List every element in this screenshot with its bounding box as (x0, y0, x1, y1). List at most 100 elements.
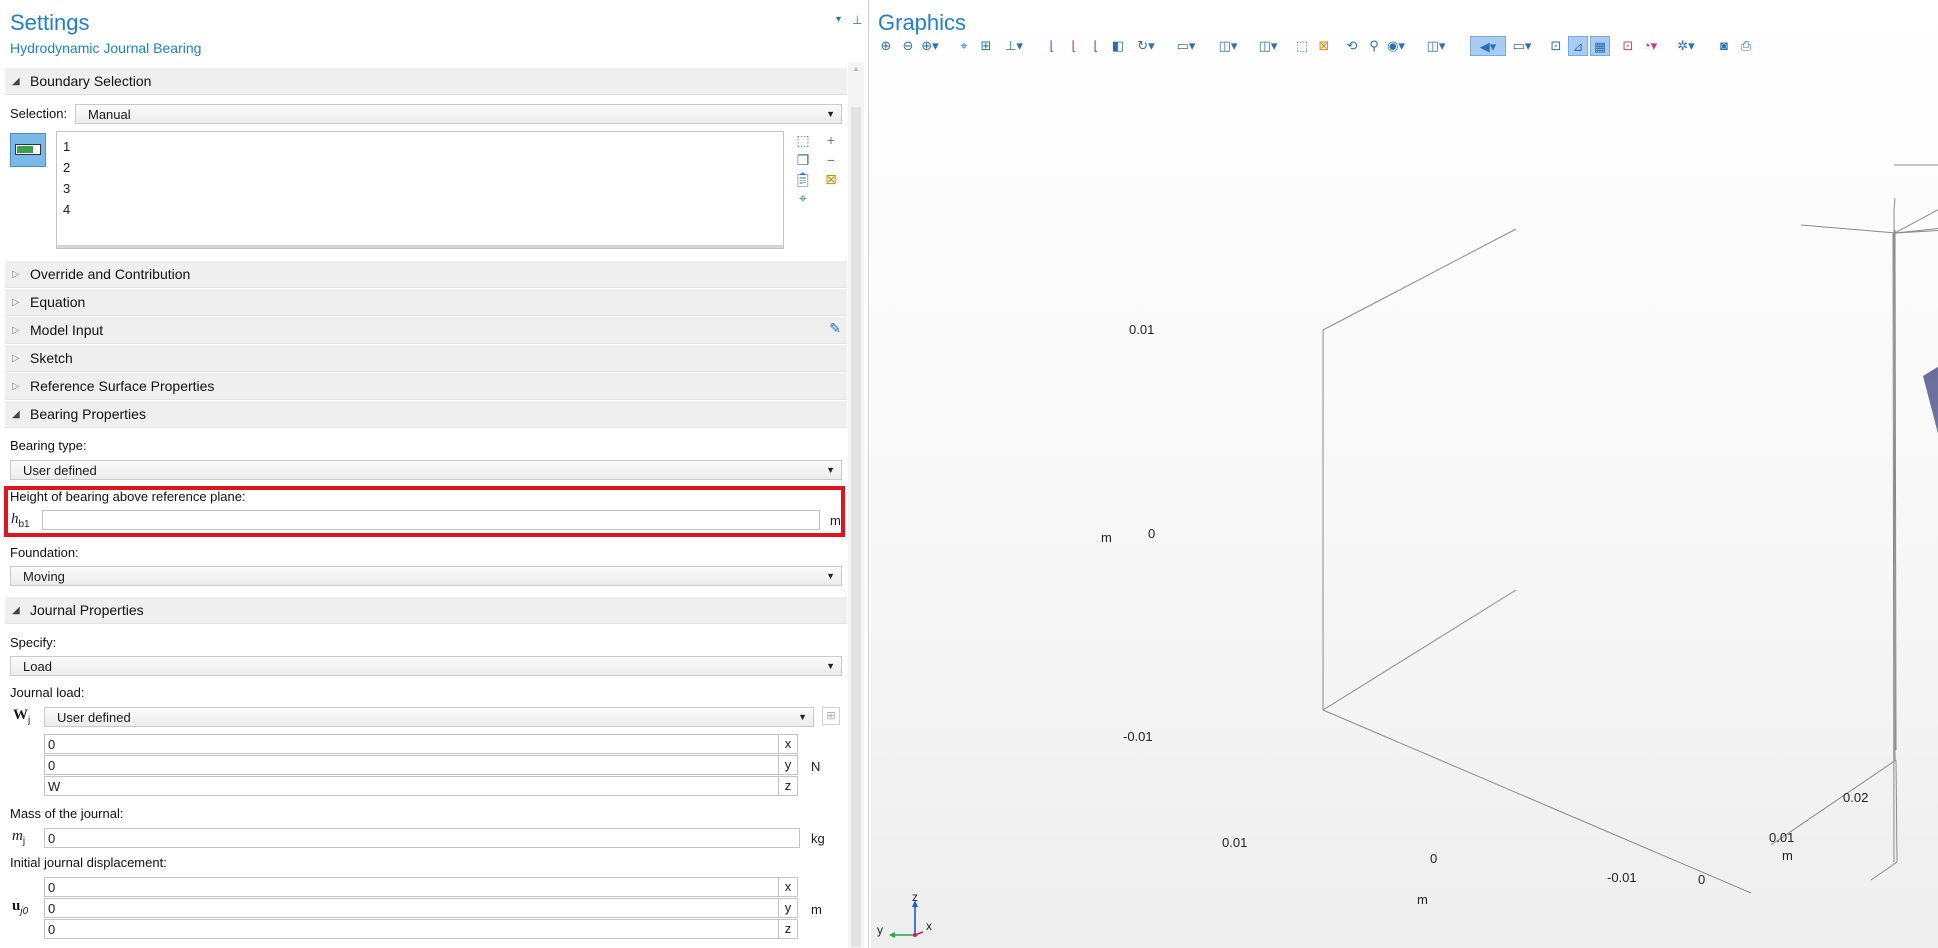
clear-selection-icon[interactable]: ⊠ (822, 170, 840, 188)
copy-icon[interactable]: ❐ (794, 151, 812, 169)
chevron-down-icon: ▼ (798, 712, 807, 722)
panel-menu-icon[interactable]: ▾ (836, 14, 841, 25)
selection-value: Manual (88, 107, 131, 122)
section-label: Override and Contribution (30, 266, 191, 282)
tick-label: 0.02 (1843, 790, 1869, 805)
section-label: Sketch (30, 350, 73, 366)
load-symbol: Wj (13, 707, 31, 726)
settings-subtitle: Hydrodynamic Journal Bearing (10, 40, 202, 56)
load-settings-icon[interactable]: ⊞ (822, 707, 840, 725)
tick-label: 0 (1430, 851, 1438, 866)
expand-icon: ▷ (12, 269, 20, 280)
chevron-down-icon: ▼ (826, 465, 835, 475)
tick-label: 0 (1148, 526, 1156, 541)
remove-icon[interactable]: − (822, 151, 840, 169)
triad-z-label: z (912, 890, 918, 904)
expand-icon: ▷ (12, 325, 20, 336)
selection-list[interactable]: 1 2 3 4 (56, 131, 784, 249)
collapse-icon: ◢ (12, 76, 20, 87)
collapse-icon: ◢ (12, 409, 20, 420)
list-item[interactable]: 1 (63, 136, 70, 157)
triad-y-label: y (877, 923, 883, 937)
mass-unit: kg (811, 831, 825, 846)
selection-label: Selection: (10, 106, 68, 121)
disp-z-field[interactable]: 0 (44, 919, 780, 939)
chevron-down-icon: ▼ (826, 109, 835, 119)
disp-y-field[interactable]: 0 (44, 898, 780, 918)
expand-icon: ▷ (12, 353, 20, 364)
height-unit: m (830, 513, 841, 528)
section-label: Equation (30, 294, 86, 310)
axis-y-label: y (778, 755, 798, 775)
height-input[interactable] (42, 510, 820, 530)
specify-value: Load (23, 659, 52, 674)
bearing-type-label: Bearing type: (10, 438, 87, 453)
foundation-value: Moving (23, 569, 65, 584)
bearing-type-value: User defined (23, 463, 97, 478)
bearing-outer-surface[interactable] (1923, 188, 1938, 898)
scene-canvas[interactable] (871, 0, 1938, 948)
graphics-panel[interactable]: Graphics ⊕ ⊖ ⊕▾ ⌖ ⊞ ⊥▾ ⌊ ⌊ ⌊ ◧ ↻▾ ▭▾ ◫▾ … (871, 0, 1938, 948)
tick-label: 0.01 (1129, 322, 1155, 337)
section-label: Reference Surface Properties (30, 378, 215, 394)
chevron-down-icon: ▼ (826, 661, 835, 671)
paint-selection-icon[interactable]: ⬚ (794, 131, 812, 149)
settings-panel: Settings Hydrodynamic Journal Bearing ▾ … (0, 0, 869, 948)
section-model-input[interactable]: ▷ Model Input ✎ (5, 317, 847, 344)
axis-z-label: z (778, 776, 798, 796)
mass-label: Mass of the journal: (10, 806, 124, 821)
axis-x-label: x (778, 877, 798, 897)
bearing-type-combo[interactable]: User defined ▼ (10, 460, 842, 480)
expand-icon: ▷ (12, 297, 20, 308)
section-journal-properties[interactable]: ◢ Journal Properties (5, 597, 847, 624)
disp-unit: m (811, 902, 822, 917)
height-label: Height of bearing above reference plane: (10, 489, 246, 504)
tick-label: 0 (1698, 872, 1706, 887)
section-equation[interactable]: ▷ Equation (5, 289, 847, 316)
load-x-field[interactable]: 0 (44, 734, 780, 754)
pin-icon[interactable]: ⊥ (852, 13, 862, 27)
axis-triad-icon (889, 900, 924, 938)
load-y-field[interactable]: 0 (44, 755, 780, 775)
active-toggle-button[interactable] (10, 133, 46, 167)
paste-icon[interactable]: 📋︎ (794, 170, 812, 188)
tick-label: 0.01 (1769, 830, 1795, 845)
section-sketch[interactable]: ▷ Sketch (5, 345, 847, 372)
selection-combo[interactable]: Manual ▼ (75, 104, 842, 124)
zoom-to-selection-icon[interactable]: ⌖ (794, 189, 812, 207)
add-icon[interactable]: + (822, 131, 840, 149)
list-item[interactable]: 3 (63, 178, 70, 199)
specify-combo[interactable]: Load ▼ (10, 656, 842, 676)
section-override-contribution[interactable]: ▷ Override and Contribution (5, 261, 847, 288)
axis-z-label: z (778, 919, 798, 939)
triad-x-label: x (926, 919, 932, 933)
vertical-scrollbar[interactable]: ▲ (848, 62, 864, 948)
section-bearing-properties[interactable]: ◢ Bearing Properties (5, 401, 847, 428)
list-item[interactable]: 2 (63, 157, 70, 178)
settings-title: Settings (10, 10, 90, 35)
section-label: Journal Properties (30, 602, 144, 618)
scrollbar[interactable] (57, 245, 783, 248)
section-reference-surface[interactable]: ▷ Reference Surface Properties (5, 373, 847, 400)
section-boundary-selection[interactable]: ◢ Boundary Selection (5, 68, 847, 95)
height-symbol: hb1 (11, 511, 30, 530)
specify-label: Specify: (10, 635, 57, 650)
load-unit: N (811, 759, 821, 774)
displacement-symbol: uj0 (12, 898, 29, 917)
foundation-combo[interactable]: Moving ▼ (10, 566, 842, 586)
tick-label: -0.01 (1123, 729, 1153, 744)
list-item[interactable]: 4 (63, 199, 70, 220)
axis-y-label: y (778, 898, 798, 918)
expand-icon: ▷ (12, 381, 20, 392)
edit-icon[interactable]: ✎ (829, 320, 841, 337)
grid-lines (1322, 164, 1938, 894)
mass-symbol: mj (12, 828, 26, 847)
axis-unit-label: m (1782, 848, 1793, 863)
tick-label: 0.01 (1222, 835, 1248, 850)
load-z-field[interactable]: W (44, 776, 780, 796)
axis-unit-label: m (1101, 530, 1112, 545)
disp-x-field[interactable]: 0 (44, 877, 780, 897)
section-label: Bearing Properties (30, 406, 146, 422)
load-mode-combo[interactable]: User defined ▼ (44, 707, 814, 727)
mass-input[interactable]: 0 (44, 828, 800, 848)
